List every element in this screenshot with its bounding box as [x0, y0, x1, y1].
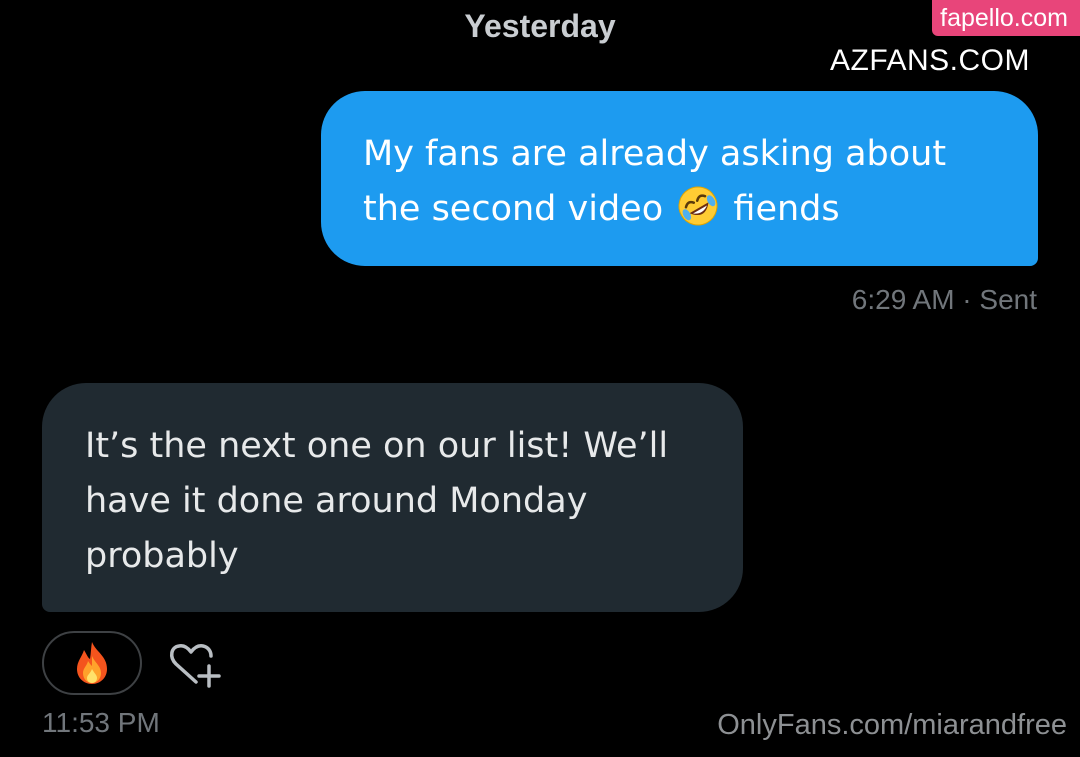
fire-emoji: [77, 642, 107, 684]
received-message-text: It’s the next one on our list! We’ll hav…: [85, 426, 669, 576]
rolling-on-floor-laughing-emoji: [678, 186, 718, 226]
received-message-bubble[interactable]: It’s the next one on our list! We’ll hav…: [42, 383, 743, 612]
add-reaction-button[interactable]: [164, 640, 226, 692]
fapello-watermark: fapello.com: [932, 0, 1080, 36]
sent-message-text-end: fiends: [733, 189, 840, 229]
heart-plus-icon: [170, 644, 221, 688]
sent-message-bubble[interactable]: My fans are already asking about the sec…: [321, 91, 1038, 266]
azfans-watermark: AZFANS.COM: [825, 40, 1034, 82]
sent-timestamp: 6:29 AM · Sent: [851, 284, 1037, 315]
sent-message-text: My fans are already asking about the sec…: [363, 134, 947, 229]
fire-reaction-button[interactable]: [42, 631, 142, 695]
received-timestamp: 11:53 PM: [42, 707, 160, 738]
onlyfans-watermark: OnlyFans.com/miarandfree: [717, 709, 1067, 741]
